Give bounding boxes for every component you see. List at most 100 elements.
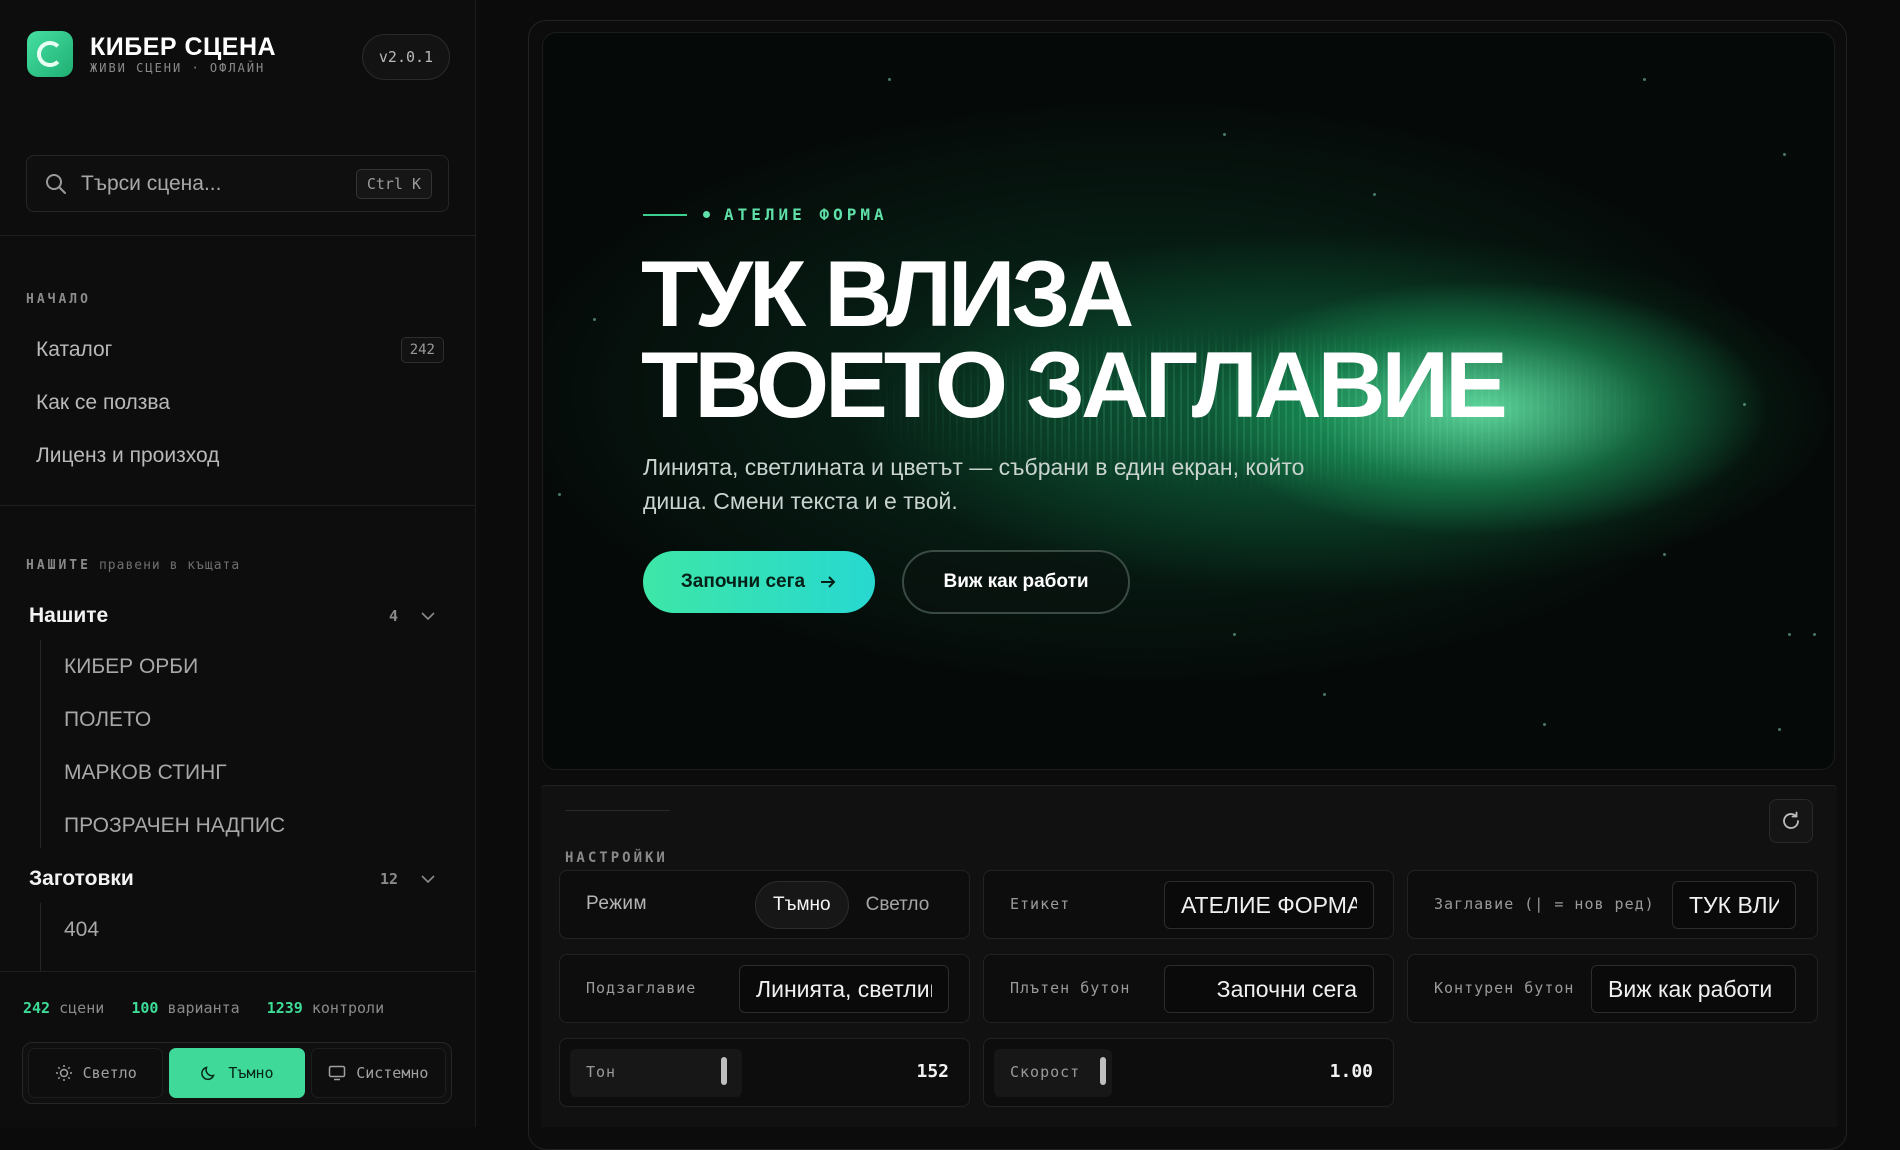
theme-system-button[interactable]: Системно xyxy=(310,1048,446,1098)
nav-item-label: Каталог xyxy=(36,338,113,361)
hero-preview: АТЕЛИЕ ФОРМА ТУК ВЛИЗА ТВОЕТО ЗАГЛАВИЕ Л… xyxy=(542,32,1835,770)
speed-slider-value: 1.00 xyxy=(1329,1061,1373,1082)
section-note: правени в къщата xyxy=(98,558,241,573)
group-count: 4 xyxy=(388,607,398,625)
star xyxy=(558,493,561,496)
star xyxy=(1643,78,1646,81)
title-setting-label: Заглавие (| = нов ред) xyxy=(1434,895,1655,913)
tree-item-kiber-orbi[interactable]: КИБЕР ОРБИ xyxy=(64,645,444,689)
star xyxy=(1223,133,1226,136)
divider xyxy=(0,971,476,972)
nav-item-label: Лиценз и произход xyxy=(36,444,220,467)
speed-slider-setting: Скорост 1.00 xyxy=(983,1038,1394,1107)
brand-subtitle: ЖИВИ СЦЕНИ · ОФЛАЙН xyxy=(90,60,266,75)
eyebrow-line xyxy=(643,213,687,216)
sun-icon xyxy=(55,1065,72,1081)
solid-button-setting: Плътен бутон xyxy=(983,954,1394,1023)
theme-system-label: Системно xyxy=(356,1064,429,1082)
arrow-right-icon xyxy=(821,576,836,588)
star xyxy=(1813,633,1816,636)
tree-item-transparent-text[interactable]: ПРОЗРАЧЕН НАДПИС xyxy=(64,804,444,848)
star xyxy=(1743,403,1746,406)
star xyxy=(593,318,596,321)
search-icon xyxy=(45,173,67,195)
section-title: НАШИТЕ xyxy=(26,558,91,573)
label-setting: Етикет xyxy=(983,870,1394,939)
group-label: Нашите xyxy=(29,604,109,627)
start-now-button[interactable]: Започни сега xyxy=(643,551,875,613)
hue-slider-thumb[interactable] xyxy=(721,1057,727,1085)
search-input[interactable] xyxy=(81,171,341,196)
chevron-down-icon xyxy=(421,612,435,621)
eyebrow-dot xyxy=(703,211,710,218)
outline-button-setting: Контурен бутон xyxy=(1407,954,1818,1023)
hue-slider-setting: Тон 152 xyxy=(559,1038,970,1107)
brand[interactable]: КИБЕР СЦЕНА ЖИВИ СЦЕНИ · ОФЛАЙН xyxy=(27,31,276,77)
nav-item-label: Как се ползва xyxy=(36,391,171,414)
eyebrow-text: АТЕЛИЕ ФОРМА xyxy=(724,205,888,224)
group-presets[interactable]: Заготовки 12 xyxy=(26,857,450,901)
star xyxy=(1373,193,1376,196)
section-label-start: НАЧАЛО xyxy=(26,292,91,307)
stat-value: 242 xyxy=(23,999,51,1017)
stat-value: 100 xyxy=(131,999,159,1017)
sidebar: КИБЕР СЦЕНА ЖИВИ СЦЕНИ · ОФЛАЙН v2.0.1 C… xyxy=(0,0,476,1127)
mode-toggle: Тъмно Светло xyxy=(755,881,935,929)
mode-option-dark[interactable]: Тъмно xyxy=(755,881,849,929)
mode-option-light[interactable]: Светло xyxy=(849,881,947,929)
version-badge: v2.0.1 xyxy=(362,34,450,80)
group-ours[interactable]: Нашите 4 xyxy=(26,594,450,638)
tree-item-markov-sting[interactable]: МАРКОВ СТИНГ xyxy=(64,751,444,795)
star xyxy=(1543,723,1546,726)
brand-name: КИБЕР СЦЕНА xyxy=(90,32,277,61)
mode-setting: Режим Тъмно Светло xyxy=(559,870,970,939)
refresh-icon xyxy=(1783,811,1799,829)
tree-item-404[interactable]: 404 xyxy=(64,908,444,952)
hero-eyebrow: АТЕЛИЕ ФОРМА xyxy=(643,205,888,224)
solid-button-setting-label: Плътен бутон xyxy=(1010,979,1131,997)
mode-label: Режим xyxy=(586,893,648,914)
nav-item-license[interactable]: Лиценз и произход xyxy=(26,434,450,478)
settings-label: НАСТРОЙКИ xyxy=(565,850,668,866)
star xyxy=(888,78,891,81)
stats-row: 242 сцени 100 варианта 1239 контроли xyxy=(23,999,384,1017)
subtitle-input[interactable] xyxy=(739,965,949,1013)
monitor-icon xyxy=(328,1065,346,1081)
speed-slider-label: Скорост xyxy=(1010,1063,1081,1081)
solid-button-input[interactable] xyxy=(1164,965,1374,1013)
title-input[interactable] xyxy=(1672,881,1796,929)
label-input[interactable] xyxy=(1164,881,1374,929)
see-how-button[interactable]: Виж как работи xyxy=(902,550,1130,614)
stat-label: варианта xyxy=(167,999,240,1017)
title-setting: Заглавие (| = нов ред) xyxy=(1407,870,1818,939)
tree-line xyxy=(40,903,41,971)
outline-button-input[interactable] xyxy=(1591,965,1796,1013)
subtitle-setting: Подзаглавие xyxy=(559,954,970,1023)
hero-title: ТУК ВЛИЗА ТВОЕТО ЗАГЛАВИЕ xyxy=(641,241,1508,437)
theme-dark-label: Тъмно xyxy=(228,1064,274,1082)
nav-item-how-to[interactable]: Как се ползва xyxy=(26,381,450,425)
star xyxy=(1783,153,1786,156)
star xyxy=(1778,728,1781,731)
star xyxy=(1233,633,1236,636)
star xyxy=(1323,693,1326,696)
tree-line xyxy=(40,640,41,848)
subtitle-setting-label: Подзаглавие xyxy=(586,979,697,997)
hue-slider-label: Тон xyxy=(586,1063,617,1081)
section-label-ours: НАШИТЕ правени в къщата xyxy=(26,558,240,573)
theme-light-label: Светло xyxy=(82,1064,137,1082)
refresh-button[interactable] xyxy=(1769,799,1813,843)
theme-light-button[interactable]: Светло xyxy=(28,1048,164,1098)
theme-dark-button[interactable]: Тъмно xyxy=(169,1048,305,1098)
group-label: Заготовки xyxy=(29,867,134,890)
nav-item-catalog[interactable]: Каталог 242 xyxy=(26,328,450,372)
theme-switch: Светло Тъмно Системно xyxy=(22,1042,452,1104)
settings-panel: НАСТРОЙКИ Режим Тъмно Светло Етикет Загл… xyxy=(541,785,1837,1127)
speed-slider-thumb[interactable] xyxy=(1100,1057,1106,1085)
group-count: 12 xyxy=(379,870,398,888)
divider xyxy=(0,505,476,506)
search-box[interactable]: Ctrl K xyxy=(26,155,449,212)
tree-item-poleto[interactable]: ПОЛЕТО xyxy=(64,698,444,742)
stat-label: сцени xyxy=(59,999,105,1017)
divider xyxy=(0,235,476,236)
